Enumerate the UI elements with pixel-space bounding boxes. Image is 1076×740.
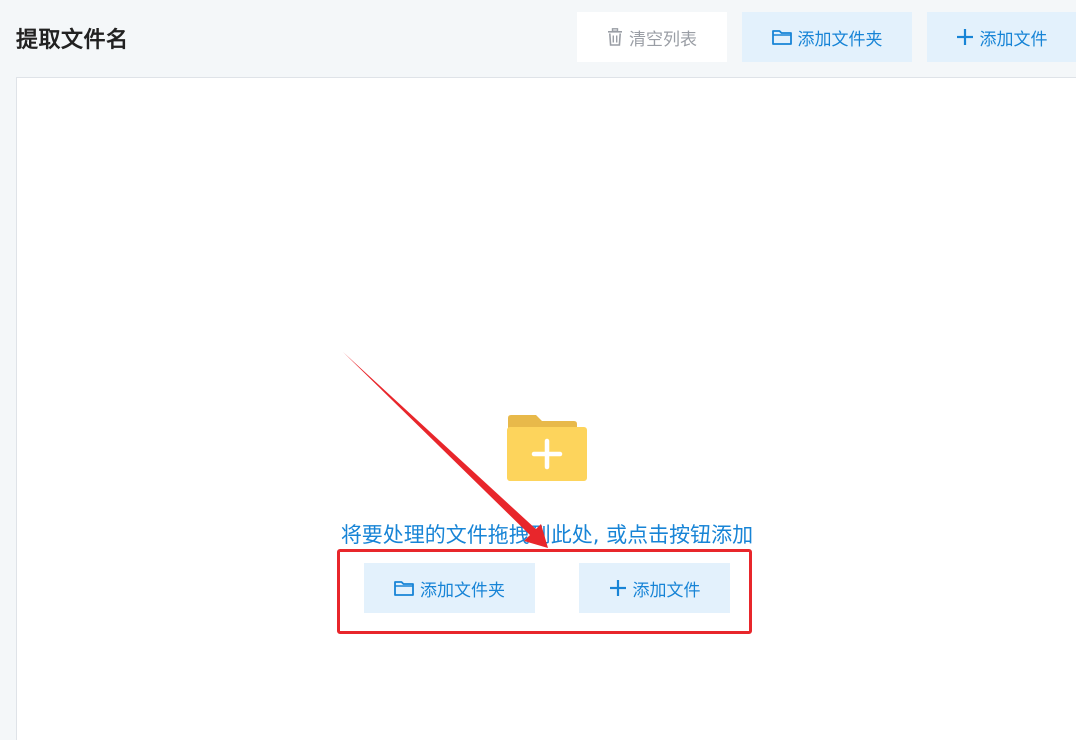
center-add-file-label: 添加文件 [632,580,701,601]
folder-icon [771,29,792,45]
add-folder-button[interactable]: 添加文件夹 [742,12,912,62]
plus-icon [609,579,627,597]
clear-list-button[interactable]: 清空列表 [577,12,727,62]
file-drop-area[interactable]: 将要处理的文件拖拽到此处, 或点击按钮添加 添加文件夹 添加文件 [16,77,1076,740]
folder-icon [394,580,414,596]
center-add-file-button[interactable]: 添加文件 [579,563,730,613]
clear-list-label: 清空列表 [629,29,697,50]
page-title: 提取文件名 [16,28,129,53]
plus-icon [956,28,974,46]
drop-hint-text: 将要处理的文件拖拽到此处, 或点击按钮添加 [340,523,754,547]
add-file-label: 添加文件 [979,29,1048,50]
center-add-folder-label: 添加文件夹 [420,580,505,601]
folder-plus-icon [506,414,588,482]
trash-icon [607,28,623,46]
add-file-button[interactable]: 添加文件 [927,12,1076,62]
header: 提取文件名 清空列表 添加文件夹 添加文件 [0,0,1076,77]
center-add-folder-button[interactable]: 添加文件夹 [364,563,535,613]
add-folder-label: 添加文件夹 [797,29,883,50]
